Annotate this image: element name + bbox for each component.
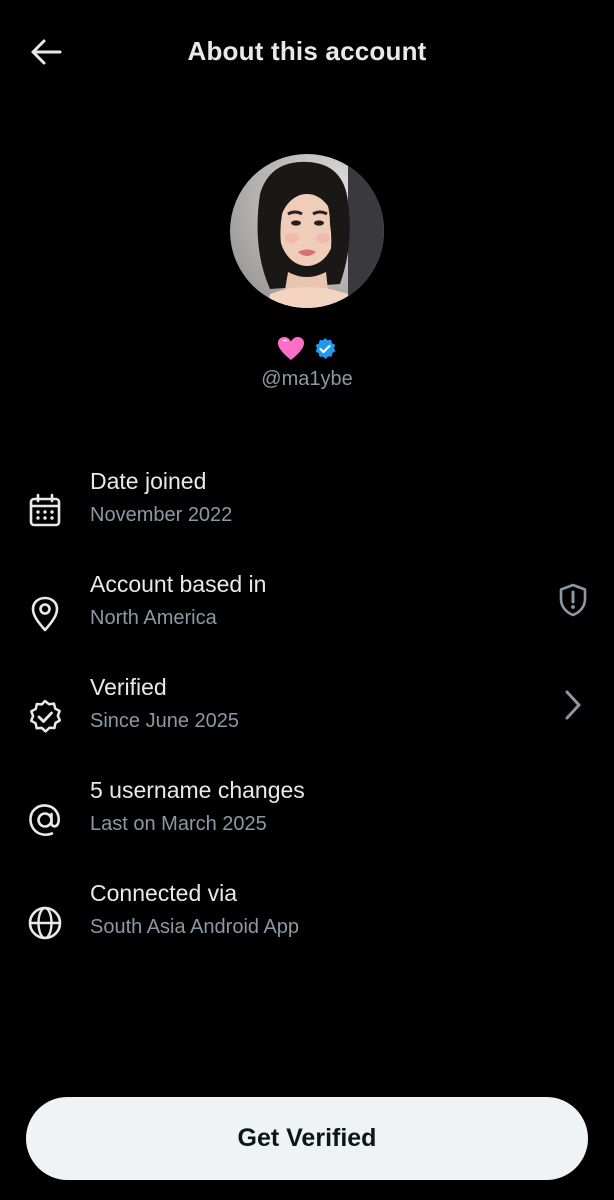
connected-via-value: South Asia Android App <box>90 916 300 938</box>
calendar-icon <box>29 493 61 527</box>
at-sign-icon <box>29 804 60 836</box>
verified-badge-icon <box>315 338 336 359</box>
username-changes-row: 5 username changes Last on March 2025 <box>0 777 614 857</box>
verified-badge-outline-icon <box>29 699 62 733</box>
avatar[interactable] <box>230 154 384 308</box>
username-changes-value: Last on March 2025 <box>90 813 267 835</box>
date-joined-row: Date joined November 2022 <box>0 468 614 548</box>
username-handle: @ma1ybe <box>261 368 353 390</box>
location-pin-icon <box>31 596 59 632</box>
account-based-in-row: Account based in North America <box>0 571 614 651</box>
globe-icon <box>28 906 62 940</box>
top-bar: About this account <box>0 0 614 104</box>
date-joined-label: Date joined <box>90 468 207 494</box>
verified-label: Verified <box>90 674 167 700</box>
shield-exclamation-icon[interactable] <box>556 583 590 617</box>
account-based-in-value: North America <box>90 607 217 629</box>
get-verified-button[interactable]: Get Verified <box>26 1097 588 1180</box>
connected-via-label: Connected via <box>90 880 238 906</box>
date-joined-value: November 2022 <box>90 504 233 526</box>
profile-names: @ma1ybe <box>0 334 614 391</box>
page-title: About this account <box>187 36 427 66</box>
verified-row[interactable]: Verified Since June 2025 <box>0 674 614 754</box>
get-verified-label: Get Verified <box>237 1124 377 1152</box>
chevron-right-icon[interactable] <box>556 688 590 722</box>
pink-heart-icon <box>278 337 304 360</box>
account-based-in-label: Account based in <box>90 571 267 597</box>
connected-via-row: Connected via South Asia Android App <box>0 880 614 960</box>
verified-value: Since June 2025 <box>90 710 240 732</box>
username-changes-label: 5 username changes <box>90 777 305 803</box>
